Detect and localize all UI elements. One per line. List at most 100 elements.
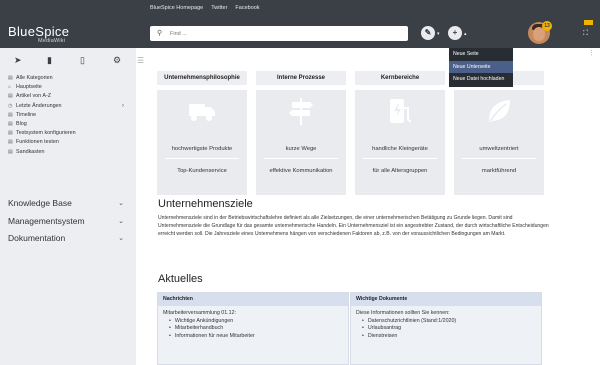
news-box-body: Mitarbeiterversammlung 01.12: Wichtige A… — [158, 306, 348, 364]
search-box[interactable]: ⚲ — [150, 26, 408, 41]
homepage-link[interactable]: BlueSpice Homepage — [150, 5, 203, 11]
top-link-bar: BlueSpice Homepage Twitter Facebook — [0, 0, 600, 20]
sidebar-item-funktionen[interactable]: ▤ Funktionen testen — [0, 138, 136, 147]
tile-kleingeraete[interactable]: handliche Kleingeräte für alle Altersgru… — [355, 90, 445, 195]
sidebar: ➤ ▮ ▯ ⚙ ▤ Alle Kategorien ⌂ Hauptseite ▤ Ar… — [0, 48, 136, 365]
tile-line2: Top-Kundenservice — [177, 168, 227, 174]
sidebar-item-letzte-aenderungen[interactable]: ◷ Letzte Änderungen › — [0, 102, 136, 111]
tile-line2: effektive Kommunikation — [269, 168, 333, 174]
twitter-link[interactable]: Twitter — [211, 5, 227, 11]
news-box-header: Nachrichten — [158, 293, 348, 306]
fullscreen-icon[interactable]: ⛶ — [583, 30, 588, 38]
list-icon: ▤ — [8, 75, 13, 82]
sidebar-item-label: Testsystem konfigurieren — [16, 130, 76, 137]
sidebar-group-managementsystem[interactable]: Managementsystem ⌄ — [0, 213, 136, 231]
notification-badge[interactable]: 13 — [542, 21, 552, 31]
clock-icon: ◷ — [8, 102, 13, 109]
tab-kernbereiche[interactable]: Kernbereiche — [355, 71, 445, 85]
section-text: Unternehmensziele sind in der Betriebswi… — [158, 215, 549, 238]
tile-line1: handliche Kleingeräte — [372, 146, 428, 152]
home-icon: ⌂ — [8, 84, 12, 91]
logo[interactable]: BlueSpice MediaWiki — [8, 24, 70, 44]
tab-interne-prozesse[interactable]: Interne Prozesse — [256, 71, 346, 85]
tile-line2: marktführend — [481, 168, 517, 174]
plus-icon: + — [452, 28, 458, 37]
list-icon: ▤ — [8, 93, 13, 100]
logo-title: BlueSpice — [8, 24, 70, 39]
sidebar-group-label: Dokumentation — [8, 233, 66, 243]
list-item[interactable]: Urlaubsantrag — [362, 325, 536, 333]
facebook-link[interactable]: Facebook — [235, 5, 259, 11]
sidebar-item-sandkasten[interactable]: ▤ Sandkasten — [0, 148, 136, 157]
list-item[interactable]: Dienstreisen — [362, 333, 536, 341]
menu-item-datei-hochladen[interactable]: Neue Datei hochladen — [449, 73, 513, 86]
clipboard-icon[interactable]: ▯ — [80, 55, 85, 66]
tile-line1: umweltzentriert — [479, 146, 519, 152]
list-icon: ▤ — [8, 121, 13, 128]
sidebar-tools: ➤ ▮ ▯ ⚙ — [14, 55, 134, 67]
list-icon: ▤ — [8, 130, 13, 137]
section-title-aktuelles: Aktuelles — [158, 273, 203, 285]
list-item[interactable]: Wichtige Ankündigungen — [169, 318, 343, 326]
tile-grid: hochwertigste Produkte Top-Kundenservice… — [157, 90, 544, 195]
sidebar-item-label: Blog — [16, 121, 27, 128]
kebab-menu-icon[interactable]: ⋮ — [588, 50, 595, 57]
tile-produkte[interactable]: hochwertigste Produkte Top-Kundenservice — [157, 90, 247, 195]
sidebar-group-dokumentation[interactable]: Dokumentation ⌄ — [0, 230, 136, 248]
menu-item-neue-unterseite[interactable]: Neue Unterseite — [449, 60, 513, 73]
search-input[interactable] — [170, 28, 400, 39]
list-icon: ▤ — [8, 148, 13, 155]
edit-caret-icon[interactable]: ▾ — [437, 31, 440, 37]
search-icon: ⚲ — [157, 30, 163, 37]
sidebar-item-alle-kategorien[interactable]: ▤ Alle Kategorien — [0, 74, 136, 83]
documents-box-body: Diese Informationen sollten Sie kennen: … — [351, 306, 541, 364]
charging-station-icon — [390, 99, 412, 123]
edit-button[interactable]: ✎ — [421, 26, 435, 40]
top-links: BlueSpice Homepage Twitter Facebook — [150, 5, 260, 11]
list-icon: ▤ — [8, 111, 13, 118]
sidebar-item-testsystem[interactable]: ▤ Testsystem konfigurieren — [0, 129, 136, 138]
sidebar-item-artikel-a-z[interactable]: ▤ Artikel von A-Z — [0, 92, 136, 101]
leaf-icon — [488, 100, 510, 122]
documents-intro: Diese Informationen sollten Sie kennen: — [356, 310, 450, 316]
list-item[interactable]: Datenschutzrichtlinien (Stand:1/2020) — [362, 318, 536, 326]
chevron-down-icon: ⌄ — [118, 200, 124, 207]
sidebar-item-hauptseite[interactable]: ⌂ Hauptseite — [0, 83, 136, 92]
new-caret-icon[interactable]: ▴ — [464, 31, 467, 37]
list-item[interactable]: Mitarbeiterhandbuch — [169, 325, 343, 333]
news-box: Nachrichten Mitarbeiterversammlung 01.12… — [157, 292, 349, 365]
sidebar-item-label: Letzte Änderungen — [16, 102, 62, 109]
sidebar-item-label: Funktionen testen — [16, 139, 59, 146]
sidebar-group-label: Managementsystem — [8, 215, 85, 226]
list-item[interactable]: Informationen für neue Mitarbeiter — [169, 333, 343, 341]
gear-icon[interactable]: ⚙ — [113, 55, 121, 66]
tile-line2: für alle Altersgruppen — [372, 168, 428, 174]
pencil-icon: ✎ — [424, 28, 432, 37]
navigation-icon[interactable]: ➤ — [14, 55, 22, 66]
section-title-unternehmensziele: Unternehmensziele — [158, 198, 253, 210]
sidebar-item-timeline[interactable]: ▤ Timeline — [0, 111, 136, 120]
signpost-icon — [289, 98, 313, 125]
chevron-right-icon[interactable]: › — [122, 102, 124, 111]
documents-box: Wichtige Dokumente Diese Informationen s… — [350, 292, 542, 365]
tile-umwelt[interactable]: umweltzentriert marktführend — [454, 90, 544, 195]
tile-wege[interactable]: kurze Wege effektive Kommunikation — [256, 90, 346, 195]
tile-line1: kurze Wege — [285, 146, 317, 152]
news-list: Wichtige Ankündigungen Mitarbeiterhandbu… — [163, 318, 343, 341]
sidebar-item-label: Artikel von A-Z — [16, 93, 52, 100]
documents-list: Datenschutzrichtlinien (Stand:1/2020) Ur… — [356, 318, 536, 341]
header: BlueSpice MediaWiki ⚲ ✎ ▾ + ▴ 13 ⛶ — [0, 20, 600, 48]
sidebar-links: ▤ Alle Kategorien ⌂ Hauptseite ▤ Artikel vo… — [0, 74, 136, 157]
sidebar-item-label: Timeline — [16, 111, 37, 118]
logo-subtitle: MediaWiki — [38, 38, 66, 44]
menu-item-neue-seite[interactable]: Neue Seite — [449, 48, 513, 61]
sidebar-group-label: Knowledge Base — [8, 198, 72, 208]
sidebar-item-blog[interactable]: ▤ Blog — [0, 120, 136, 129]
sidebar-item-label: Sandkasten — [16, 148, 45, 155]
new-button[interactable]: + — [448, 26, 462, 40]
hamburger-icon[interactable]: ☰ — [137, 56, 144, 65]
sidebar-group-knowledge-base[interactable]: Knowledge Base ⌄ — [0, 195, 136, 213]
bookmark-icon[interactable]: ▮ — [47, 55, 52, 66]
tab-unternehmensphilosophie[interactable]: Unternehmensphilosophie — [157, 71, 247, 85]
list-icon: ▤ — [8, 139, 13, 146]
